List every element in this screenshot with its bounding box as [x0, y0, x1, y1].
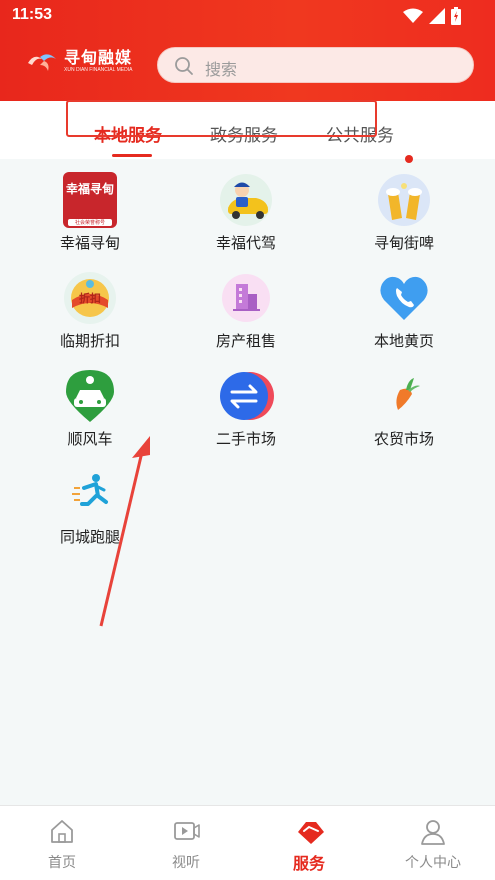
service-label: 顺风车	[67, 430, 113, 448]
service-label: 房产租售	[215, 332, 276, 350]
app-logo: 寻甸融媒 XUN DIAN FINANCIAL MEDIA	[26, 50, 132, 74]
service-label: 幸福寻甸	[59, 234, 120, 252]
exchange-icon	[218, 368, 274, 424]
video-icon	[174, 822, 200, 840]
search-input[interactable]: 搜索	[157, 47, 474, 83]
beer-icon	[376, 172, 432, 228]
home-icon	[51, 820, 73, 843]
status-bar: 11:53	[0, 0, 495, 32]
service-label: 同城跑腿	[59, 528, 120, 546]
carrot-icon	[376, 368, 432, 424]
search-placeholder: 搜索	[205, 60, 238, 79]
service-linqi-zhekou[interactable]: 折扣 临期折扣	[30, 270, 150, 351]
nav-label: 首页	[48, 855, 76, 871]
service-ershou-shichang[interactable]: 二手市场	[186, 368, 306, 449]
service-icon	[298, 822, 324, 844]
nav-home[interactable]: 首页	[12, 806, 112, 880]
logo-name: 寻甸融媒	[64, 48, 133, 67]
nav-service[interactable]: 服务	[259, 806, 359, 880]
bottom-navigation: 首页 视听 服务 个人中心	[0, 805, 495, 880]
service-xingfu-xundian[interactable]: 幸福寻甸 社会荣誉称号 幸福寻甸	[30, 172, 150, 253]
user-icon	[421, 820, 445, 845]
logo-subtitle: XUN DIAN FINANCIAL MEDIA	[64, 67, 133, 73]
nav-label: 视听	[172, 855, 200, 871]
search-icon	[175, 57, 193, 75]
phone-icon	[376, 270, 432, 326]
service-label: 本地黄页	[373, 332, 434, 350]
service-label: 二手市场	[215, 430, 276, 448]
service-xingfu-daijia[interactable]: 幸福代驾	[186, 172, 306, 253]
service-label: 农贸市场	[373, 430, 434, 448]
nav-label: 服务	[292, 854, 325, 873]
xingfu-badge-sub: 社会荣誉称号	[74, 220, 105, 226]
service-bendi-huangye[interactable]: 本地黄页	[344, 270, 464, 351]
driver-car-icon	[218, 172, 274, 228]
carpool-icon	[62, 368, 118, 424]
logo-mark-icon	[26, 51, 60, 73]
signal-icon	[429, 8, 445, 24]
discount-icon: 折扣	[62, 270, 118, 326]
building-icon	[218, 270, 274, 326]
status-icons	[403, 7, 461, 25]
active-tab-indicator	[112, 154, 152, 157]
runner-icon	[62, 466, 118, 522]
status-time: 11:53	[12, 6, 53, 23]
nav-video[interactable]: 视听	[136, 806, 236, 880]
xingfu-xundian-icon: 幸福寻甸 社会荣誉称号	[62, 172, 118, 228]
service-label: 幸福代驾	[215, 234, 276, 252]
service-label: 临期折扣	[59, 332, 120, 350]
battery-icon	[451, 7, 461, 25]
xingfu-badge-text: 幸福寻甸	[66, 182, 115, 196]
nav-label: 个人中心	[405, 855, 461, 871]
service-tongcheng-paotui[interactable]: 同城跑腿	[30, 466, 150, 547]
nav-profile[interactable]: 个人中心	[383, 806, 483, 880]
app-header: 11:53 寻甸融媒 XUN DIAN FINANCIAL MEDIA 搜索	[0, 0, 495, 101]
service-fangchan-zushou[interactable]: 房产租售	[186, 270, 306, 351]
annotation-highlight-box	[66, 100, 377, 137]
service-shunfengche[interactable]: 顺风车	[30, 368, 150, 449]
service-label: 寻甸街啤	[373, 234, 434, 252]
discount-badge-text: 折扣	[79, 292, 101, 305]
notification-dot	[405, 155, 413, 163]
service-xundian-jiepi[interactable]: 寻甸街啤	[344, 172, 464, 253]
wifi-icon	[403, 8, 423, 23]
service-nongmao-shichang[interactable]: 农贸市场	[344, 368, 464, 449]
